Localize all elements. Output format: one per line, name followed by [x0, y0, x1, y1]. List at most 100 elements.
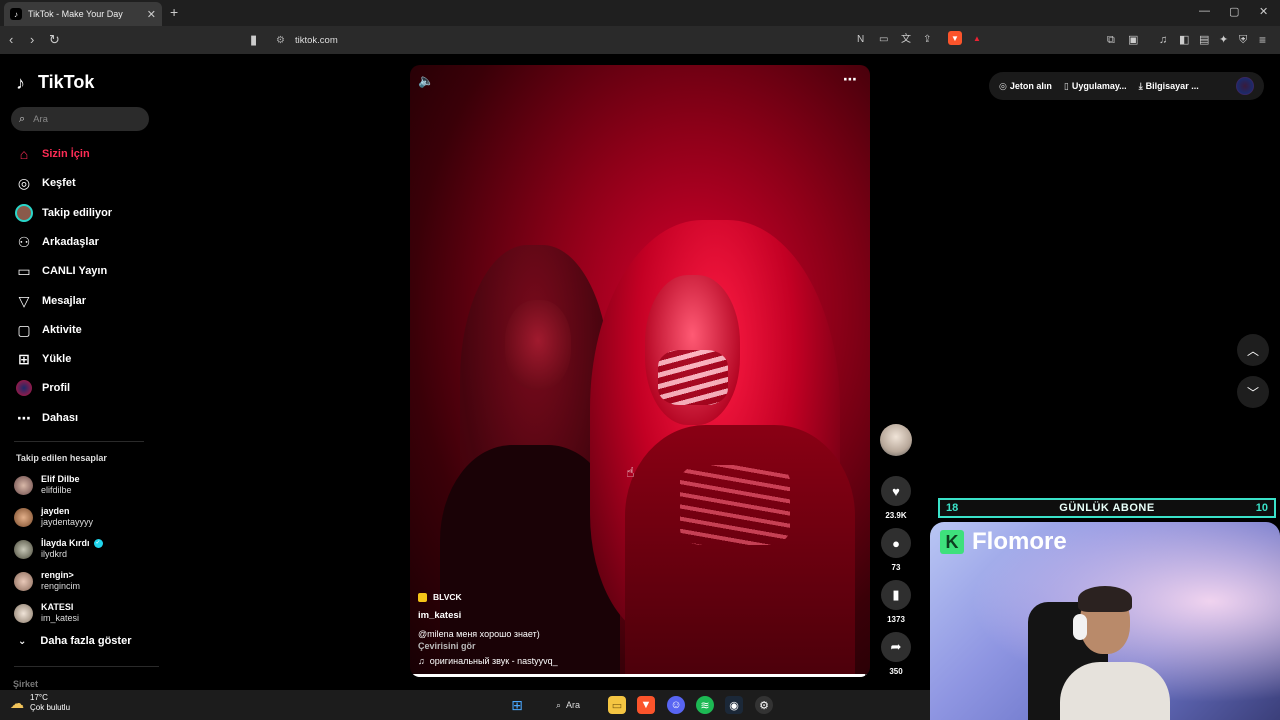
account-name: jayden	[41, 506, 70, 516]
nav-item-live[interactable]: ▭ CANLI Yayın	[15, 260, 107, 282]
get-app-button[interactable]: ▯ Uygulamay...	[1064, 81, 1127, 92]
leo-ai-icon[interactable]: ✦	[1219, 32, 1228, 48]
download-icon: ⤓	[1138, 80, 1143, 91]
tab-close-icon[interactable]: ✕	[147, 8, 156, 21]
video-frame-shape	[680, 465, 790, 545]
avatar	[14, 571, 33, 591]
see-translation-link[interactable]: Çevirisini gör	[418, 640, 798, 652]
bookmark-icon[interactable]: ▮	[250, 32, 257, 48]
extensions-icon[interactable]: ⧉	[1107, 32, 1115, 48]
translate-icon[interactable]: 文	[901, 32, 911, 48]
minimize-button[interactable]: —	[1199, 5, 1210, 17]
home-icon: ⌂	[19, 146, 29, 162]
spotify-icon[interactable]: ≋	[696, 696, 714, 714]
next-video-button[interactable]: ﹀	[1237, 376, 1269, 408]
subscriber-goal-title: GÜNLÜK ABONE	[1059, 502, 1155, 514]
video-player[interactable]: 🔈 ⋯ BLVCK im_katesi @milena меня хорошо …	[410, 65, 870, 677]
forward-arrow-icon[interactable]: ›	[30, 32, 34, 48]
cloud-sun-icon: ☁	[10, 695, 24, 711]
nav-item-friends[interactable]: ⚇ Arkadaşlar	[15, 231, 99, 253]
brave-shields-icon[interactable]: ▼	[948, 31, 962, 45]
sound-link[interactable]: ♫ оригинальный звук - nastyyvq_	[418, 655, 798, 667]
video-progress-bar[interactable]	[410, 674, 870, 677]
save-button[interactable]: ▮	[881, 580, 911, 610]
media-icon[interactable]: ♫	[1159, 32, 1167, 48]
previous-video-button[interactable]: ︿	[1237, 334, 1269, 366]
share-icon[interactable]: ⇪	[923, 32, 931, 48]
nav-label: Yükle	[42, 353, 72, 365]
maximize-button[interactable]: ▢	[1229, 5, 1239, 18]
file-explorer-icon[interactable]: ▭	[608, 696, 626, 714]
get-coins-button[interactable]: ◎ Jeton alın	[999, 81, 1052, 92]
followed-account[interactable]: jayden jaydentayyyy	[14, 503, 93, 531]
nav-item-more[interactable]: ⋯ Dahası	[15, 407, 78, 429]
nav-item-profile[interactable]: Profil	[15, 377, 70, 399]
new-tab-button[interactable]: +	[170, 4, 178, 20]
desktop-app-label: Bilgisayar ...	[1145, 81, 1199, 91]
volume-icon[interactable]: 🔈	[418, 73, 434, 89]
cast-icon[interactable]: ▭	[879, 32, 888, 48]
temperature: 17°C	[30, 693, 48, 702]
account-handle: ilydkrd	[41, 549, 68, 559]
brave-browser-icon[interactable]: ▼	[637, 696, 655, 714]
weather-widget[interactable]: ☁ 17°C Çok bulutlu	[10, 693, 70, 713]
profile-avatar-icon	[15, 379, 33, 397]
browser-tab-bar: ♪ TikTok - Make Your Day ✕ + — ▢ ✕	[0, 0, 1280, 26]
followed-account[interactable]: KATESI im_katesi	[14, 599, 79, 627]
video-author[interactable]: im_katesi	[418, 610, 798, 622]
followed-account[interactable]: Elif Dilbe elifdilbe	[14, 471, 80, 499]
live-tv-icon: ▭	[17, 262, 31, 279]
more-options-icon[interactable]: ⋯	[843, 71, 858, 88]
share-button[interactable]: ➦	[881, 632, 911, 662]
sidebar-divider	[14, 441, 144, 442]
nav-item-upload[interactable]: ⊞ Yükle	[15, 348, 71, 370]
company-link[interactable]: Şirket	[13, 679, 38, 689]
windows-start-icon[interactable]: ⊞	[508, 696, 526, 714]
mouse-pointer-icon: ☝	[626, 464, 635, 480]
browser-tab[interactable]: ♪ TikTok - Make Your Day ✕	[4, 2, 162, 26]
tiktok-logo[interactable]: ♪ TikTok	[16, 72, 94, 93]
creator-avatar[interactable]	[880, 424, 912, 456]
followed-account[interactable]: İlayda Kırdı ✓ ilydkrd	[14, 535, 103, 563]
taskbar-search[interactable]: ⌕ Ara	[540, 695, 596, 715]
account-handle: im_katesi	[41, 613, 80, 623]
brave-rewards-icon[interactable]: ▲	[970, 31, 984, 45]
nav-item-for-you[interactable]: ⌂ Sizin İçin	[15, 143, 90, 165]
taskbar-search-label: Ara	[566, 700, 581, 710]
app-icon[interactable]: ⚙	[755, 696, 773, 714]
nav-item-activity[interactable]: ▢ Aktivite	[15, 319, 81, 341]
chevron-down-icon: ⌄	[18, 635, 27, 647]
user-avatar[interactable]	[1236, 77, 1254, 95]
search-icon: ⌕	[19, 112, 26, 125]
like-button[interactable]: ♥	[881, 476, 911, 506]
sidebar-icon[interactable]: ◧	[1179, 32, 1189, 48]
vpn-shield-icon[interactable]: ⛨	[1239, 32, 1247, 48]
search-placeholder: Ara	[33, 113, 48, 125]
tiktok-note-icon: ♪	[16, 72, 25, 93]
back-arrow-icon[interactable]: ‹	[9, 32, 13, 48]
avatar	[14, 507, 33, 527]
nav-item-messages[interactable]: ▽ Mesajlar	[15, 290, 86, 312]
like-count: 23.9K	[885, 511, 907, 520]
menu-icon[interactable]: ≡	[1259, 32, 1266, 48]
close-window-button[interactable]: ✕	[1259, 5, 1268, 18]
site-info-icon[interactable]: ⚙	[276, 35, 285, 46]
steam-icon[interactable]: ◉	[725, 696, 743, 714]
search-input[interactable]: ⌕ Ara	[11, 107, 149, 131]
wallet-icon[interactable]: ▣	[1128, 32, 1138, 48]
comment-button[interactable]: ●	[881, 528, 911, 558]
nav-label: Keşfet	[42, 177, 76, 189]
show-more-button[interactable]: ⌄ Daha fazla göster	[18, 635, 131, 647]
nav-item-following[interactable]: Takip ediliyor	[15, 202, 112, 224]
followed-account[interactable]: rengin> rengincim	[14, 567, 80, 595]
url-text: tiktok.com	[294, 34, 338, 46]
no-tracking-icon[interactable]: N	[857, 32, 864, 48]
reload-icon[interactable]: ↻	[49, 32, 60, 48]
nav-item-explore[interactable]: ◎ Keşfet	[15, 172, 76, 194]
streamer-brand: K Flomore	[940, 528, 1067, 556]
video-info: BLVCK im_katesi @milena меня хорошо знае…	[418, 591, 798, 667]
desktop-app-button[interactable]: ⤓ Bilgisayar ...	[1139, 81, 1199, 92]
effect-tag[interactable]: BLVCK	[418, 591, 798, 603]
discord-icon[interactable]: ☺	[667, 696, 685, 714]
wallet-panel-icon[interactable]: ▤	[1199, 32, 1209, 48]
